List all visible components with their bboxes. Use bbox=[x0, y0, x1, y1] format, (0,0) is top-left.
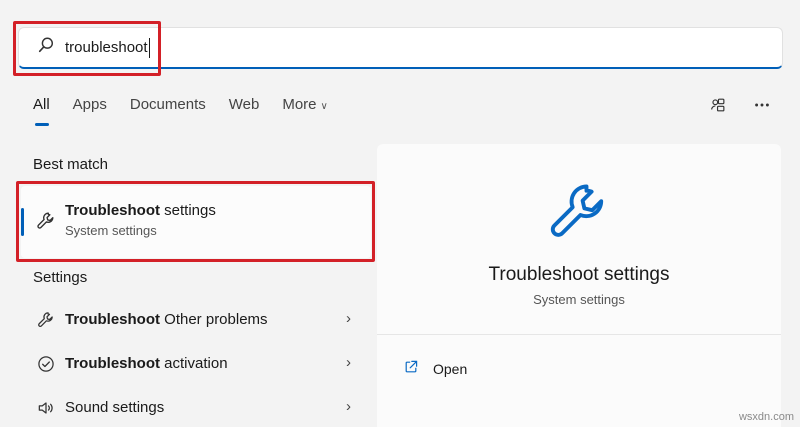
search-icon bbox=[37, 36, 55, 59]
top-icons bbox=[706, 93, 774, 117]
best-match-subtitle: System settings bbox=[65, 223, 157, 238]
watermark: wsxdn.com bbox=[738, 411, 794, 423]
wrench-icon bbox=[35, 210, 57, 232]
wrench-icon bbox=[543, 176, 615, 253]
search-bar[interactable]: troubleshoot bbox=[18, 27, 783, 69]
selection-indicator bbox=[21, 208, 24, 236]
preview-subtitle: System settings bbox=[533, 292, 625, 307]
chevron-down-icon: ∨ bbox=[320, 101, 328, 112]
list-item-label: Troubleshoot Other problems bbox=[65, 311, 268, 328]
chevron-right-icon: › bbox=[346, 354, 351, 371]
list-item-troubleshoot-activation[interactable]: Troubleshoot activation › bbox=[21, 344, 361, 384]
wrench-icon bbox=[35, 309, 57, 331]
account-switch-icon[interactable] bbox=[706, 93, 730, 117]
chevron-right-icon: › bbox=[346, 398, 351, 415]
check-circle-icon bbox=[35, 353, 57, 375]
divider bbox=[377, 334, 781, 335]
chevron-right-icon: › bbox=[346, 310, 351, 327]
tab-web[interactable]: Web bbox=[229, 96, 260, 113]
tab-apps[interactable]: Apps bbox=[73, 96, 107, 113]
open-label: Open bbox=[433, 360, 468, 377]
filter-tabs: All Apps Documents Web More ∨ bbox=[33, 96, 351, 126]
tab-documents[interactable]: Documents bbox=[130, 96, 206, 113]
preview-title: Troubleshoot settings bbox=[488, 264, 670, 285]
list-item-sound-settings[interactable]: Sound settings › bbox=[21, 388, 361, 427]
tab-more[interactable]: More ∨ bbox=[282, 96, 328, 113]
more-options-icon[interactable] bbox=[750, 93, 774, 117]
search-input[interactable]: troubleshoot bbox=[65, 37, 150, 58]
preview-panel: Troubleshoot settings System settings Op… bbox=[377, 144, 781, 427]
tab-all[interactable]: All bbox=[33, 96, 50, 126]
best-match-heading: Best match bbox=[33, 156, 109, 173]
open-button[interactable]: Open bbox=[403, 359, 467, 378]
speaker-icon bbox=[35, 397, 57, 419]
settings-heading: Settings bbox=[33, 269, 88, 286]
best-match-title: Troubleshoot settings bbox=[65, 202, 216, 219]
list-item-label: Sound settings bbox=[65, 399, 165, 416]
list-item-troubleshoot-other[interactable]: Troubleshoot Other problems › bbox=[21, 300, 361, 340]
best-match-item[interactable]: Troubleshoot settings System settings bbox=[21, 186, 371, 258]
list-item-label: Troubleshoot activation bbox=[65, 355, 228, 372]
open-external-icon bbox=[403, 359, 419, 378]
